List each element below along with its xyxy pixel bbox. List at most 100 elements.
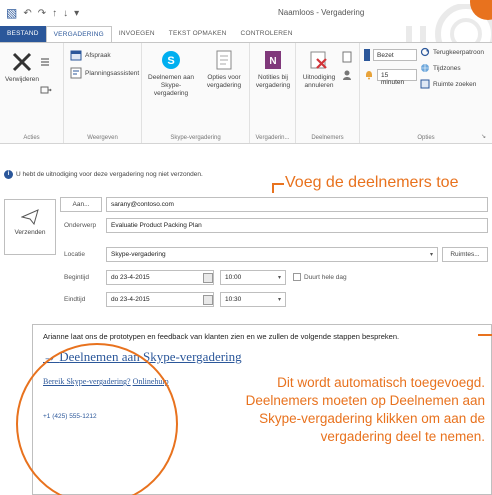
address-book-button[interactable] <box>342 51 352 63</box>
address-book-icon <box>342 51 352 63</box>
ribbon: Verwijderen Acties Afspraak Planningsass… <box>0 42 492 144</box>
all-day-checkbox[interactable] <box>293 273 301 281</box>
room-finder-button[interactable]: Ruimte zoeken <box>420 79 476 89</box>
bell-icon <box>366 71 372 80</box>
appointment-icon <box>70 50 82 61</box>
rooms-button[interactable]: Ruimtes... <box>442 247 488 262</box>
meeting-notes-button[interactable]: N Notities bij vergadering <box>252 49 294 90</box>
appointment-label: Afspraak <box>85 51 111 59</box>
room-finder-icon <box>420 79 430 89</box>
reminder-combo[interactable]: 15 minuten <box>377 69 417 86</box>
delete-button[interactable]: Verwijderen <box>2 51 42 84</box>
forward-button[interactable] <box>40 85 52 95</box>
more-actions-button[interactable] <box>40 57 50 67</box>
end-time-dropdown-icon[interactable]: ▾ <box>278 296 281 303</box>
send-label: Verzenden <box>14 229 46 236</box>
join-skype-meeting-label: Deelnemen aan Skype-vergadering <box>148 74 194 97</box>
recurrence-icon <box>420 47 430 57</box>
undo-icon[interactable]: ↶ <box>23 8 31 19</box>
tab-controleren[interactable]: CONTROLEREN <box>234 26 300 42</box>
show-as-combo[interactable]: Bezet <box>373 49 417 61</box>
to-button[interactable]: Aan... <box>60 197 102 212</box>
callout-auto-added: Dit wordt automatisch toegevoegd. Deelne… <box>245 375 485 444</box>
location-dropdown-icon[interactable]: ▾ <box>430 251 433 258</box>
group-label-deelnemers: Deelnemers <box>311 135 344 141</box>
group-acties: Verwijderen Acties <box>0 43 64 143</box>
recurrence-button[interactable]: Terugkeerpatroon <box>420 47 484 57</box>
start-time-field[interactable]: 10:00 <box>220 270 286 285</box>
svg-text:N: N <box>269 56 276 67</box>
meeting-options-button[interactable]: Opties voor vergadering <box>200 49 248 90</box>
cancel-invitation-icon <box>310 51 327 69</box>
cancel-invitation-button[interactable]: Uitnodiging annuleren <box>298 49 340 90</box>
list-icon <box>41 58 49 66</box>
info-bar: i U hebt de uitnodiging voor deze vergad… <box>4 170 203 179</box>
end-date-field[interactable]: do 23-4-2015 <box>106 292 214 307</box>
cancel-invitation-label: Uitnodiging annuleren <box>302 74 336 89</box>
join-skype-meeting-button[interactable]: S Deelnemen aan Skype-vergadering <box>144 49 198 98</box>
svg-text:S: S <box>167 55 174 67</box>
start-time-dropdown-icon[interactable]: ▾ <box>278 274 281 281</box>
reminder-dropdown[interactable]: 15 minuten <box>364 69 417 86</box>
dialog-launcher-icon[interactable]: ↘ <box>481 133 486 140</box>
group-label-weergeven: Weergeven <box>87 135 118 141</box>
time-zones-label: Tijdzones <box>433 64 461 72</box>
group-vergaderingsnotities: N Notities bij vergadering Vergaderin... <box>250 43 296 143</box>
scheduling-assistant-button[interactable]: Planningsassistent <box>70 67 139 79</box>
up-icon[interactable]: ↑ <box>52 8 57 19</box>
group-label-notities: Vergaderin... <box>255 135 290 141</box>
body-text: Arianne laat ons de prototypen en feedba… <box>43 332 400 341</box>
callout-attendees: Voeg de deelnemers toe <box>285 174 459 191</box>
people-icon <box>343 70 351 80</box>
group-deelnemers: Uitnodiging annuleren Deelnemers <box>296 43 360 143</box>
redo-icon[interactable]: ↷ <box>38 8 46 19</box>
scheduling-label: Planningsassistent <box>85 69 140 77</box>
forward-icon <box>40 86 52 94</box>
start-label: Begintijd <box>64 274 89 281</box>
body-edge-marker <box>478 334 492 336</box>
down-icon[interactable]: ↓ <box>63 8 68 19</box>
info-icon: i <box>4 170 13 179</box>
scheduling-icon <box>70 67 82 79</box>
tab-vergadering[interactable]: VERGADERING <box>45 26 112 42</box>
start-calendar-icon[interactable] <box>203 273 213 283</box>
show-as-icon <box>364 49 370 61</box>
end-label: Eindtijd <box>64 296 86 303</box>
to-field[interactable]: sarany@contoso.com <box>106 197 488 212</box>
callout-connector-vertical <box>272 183 274 193</box>
callout-circle <box>16 343 178 495</box>
delete-label: Verwijderen <box>5 76 39 83</box>
all-day-label: Duurt hele dag <box>304 274 347 281</box>
tab-bestand[interactable]: BESTAND <box>0 26 46 42</box>
group-label-opties: Opties <box>417 135 435 141</box>
group-label-acties: Acties <box>23 135 40 141</box>
check-names-button[interactable] <box>342 69 352 81</box>
title-bar: ▧ ↶ ↷ ↑ ↓ ▾ Naamloos - Vergadering <box>0 0 492 66</box>
group-opties: Bezet 15 minuten Terugkeerpatroon Tijdzo… <box>360 43 492 143</box>
subject-field[interactable]: Evaluatie Product Packing Plan <box>106 218 488 233</box>
location-label: Locatie <box>64 251 85 258</box>
save-icon[interactable]: ▧ <box>6 6 17 20</box>
ribbon-tabs: BESTAND VERGADERING INVOEGEN TEKST OPMAK… <box>0 26 492 42</box>
globe-icon <box>421 64 429 72</box>
time-zones-button[interactable]: Tijdzones <box>420 63 461 73</box>
group-label-skype: Skype-vergadering <box>170 135 221 141</box>
start-date-field[interactable]: do 23-4-2015 <box>106 270 214 285</box>
group-weergeven: Afspraak Planningsassistent Weergeven <box>64 43 142 143</box>
subject-label: Onderwerp <box>64 222 97 229</box>
delete-icon <box>12 52 32 72</box>
appointment-button[interactable]: Afspraak <box>70 49 111 61</box>
skype-icon: S <box>162 51 180 69</box>
customize-icon[interactable]: ▾ <box>74 8 79 19</box>
reminder-value: 15 minuten <box>381 72 405 86</box>
tab-invoegen[interactable]: INVOEGEN <box>112 26 162 42</box>
end-calendar-icon[interactable] <box>203 295 213 305</box>
meeting-notes-label: Notities bij vergadering <box>255 74 291 89</box>
meeting-options-label: Opties voor vergadering <box>206 74 242 89</box>
tab-tekst-opmaken[interactable]: TEKST OPMAKEN <box>162 26 234 42</box>
show-as-value: Bezet <box>377 52 394 59</box>
show-as-dropdown[interactable]: Bezet <box>364 49 417 61</box>
send-button[interactable]: Verzenden <box>4 199 56 255</box>
end-time-field[interactable]: 10:30 <box>220 292 286 307</box>
location-field[interactable]: Skype-vergadering <box>106 247 438 262</box>
